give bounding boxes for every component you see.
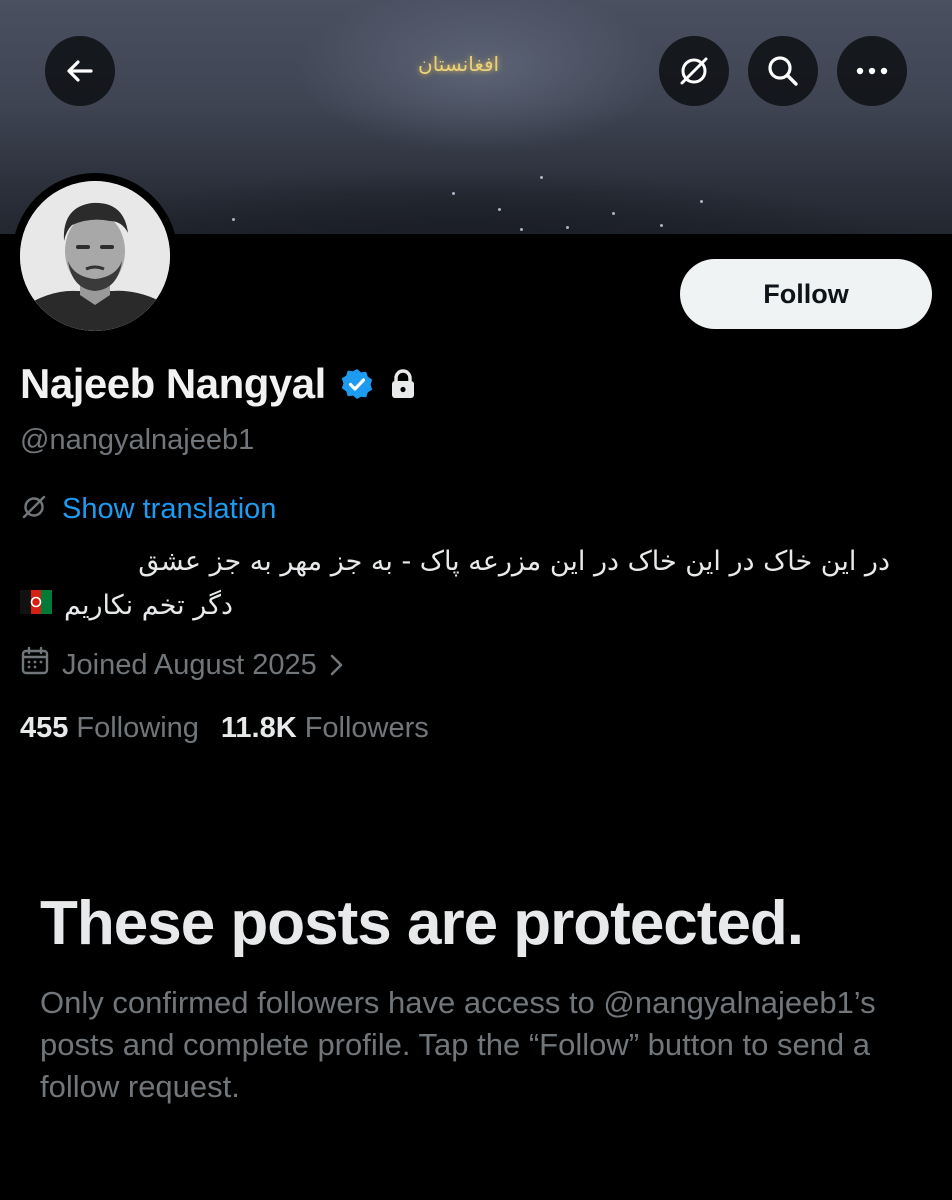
joined-label: Joined August 2025 (62, 648, 317, 681)
bio-line-2-row: دگر تخم نکاریم (20, 584, 890, 628)
display-name: Najeeb Nangyal (20, 360, 326, 407)
arrow-left-icon (63, 54, 97, 88)
translate-icon (676, 53, 712, 89)
bio-line-1: در این خاک در این خاک در این مزرعه پاک -… (138, 546, 890, 577)
calendar-icon (20, 646, 50, 684)
joined-date[interactable]: Joined August 2025 (20, 646, 345, 684)
following-link[interactable]: 455 Following (20, 712, 199, 745)
show-translation-label: Show translation (62, 493, 277, 525)
translate-icon (20, 493, 48, 526)
afghanistan-flag-icon (20, 584, 52, 628)
show-translation-link[interactable]: Show translation (20, 493, 276, 526)
followers-label: Followers (304, 712, 429, 744)
search-icon (765, 53, 801, 89)
chevron-right-icon (327, 651, 345, 679)
bio: در این خاک در این خاک در این مزرعه پاک -… (20, 540, 890, 628)
search-button[interactable] (748, 36, 818, 106)
name-row: Najeeb Nangyal (20, 360, 418, 408)
banner-text: افغانستان (418, 52, 500, 76)
follow-stats: 455 Following 11.8K Followers (20, 712, 429, 745)
followers-link[interactable]: 11.8K Followers (221, 712, 429, 745)
translate-button[interactable] (659, 36, 729, 106)
followers-count: 11.8K (220, 712, 297, 744)
handle: @nangyalnajeeb1 (20, 424, 255, 456)
protected-title: These posts are protected. (40, 889, 804, 958)
back-button[interactable] (45, 36, 115, 106)
protected-body: Only confirmed followers have access to … (40, 985, 876, 1104)
bio-line-2: دگر تخم نکاریم (64, 590, 234, 621)
more-icon (854, 65, 890, 77)
following-count: 455 (20, 712, 69, 744)
more-button[interactable] (837, 36, 907, 106)
follow-button[interactable]: Follow (680, 259, 932, 329)
verified-badge-icon[interactable] (340, 367, 374, 401)
avatar-image (20, 181, 170, 331)
following-label: Following (76, 712, 199, 744)
avatar[interactable] (12, 173, 178, 339)
lock-icon (388, 368, 418, 400)
